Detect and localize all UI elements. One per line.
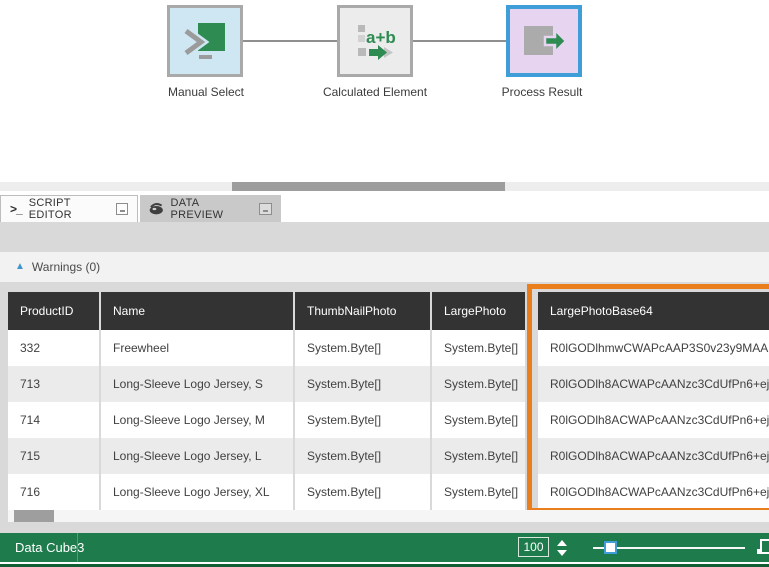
canvas-horizontal-scrollbar[interactable] [0,182,769,191]
cell-productid[interactable]: 713 [8,366,99,402]
workflow-node-process-result[interactable] [506,5,582,77]
cell-thumbnailphoto[interactable]: System.Byte[] [295,330,430,366]
fit-to-window-icon[interactable] [760,539,769,554]
data-preview-icon [149,203,164,215]
cell-productid[interactable]: 332 [8,330,99,366]
table-row[interactable]: 332 Freewheel System.Byte[] System.Byte[… [8,330,769,366]
popout-window-icon[interactable] [116,203,128,215]
table-row[interactable]: 716 Long-Sleeve Logo Jersey, XL System.B… [8,474,769,510]
cell-productid[interactable]: 715 [8,438,99,474]
svg-text:a+b: a+b [366,28,396,47]
cell-largephoto[interactable]: System.Byte[] [432,474,525,510]
node-label-manual-select: Manual Select [126,85,286,99]
table-header-row: ProductID Name ThumbNailPhoto LargePhoto… [8,292,769,330]
cell-productid[interactable]: 716 [8,474,99,510]
zoom-slider-thumb[interactable] [604,541,617,554]
cell-largephoto[interactable]: System.Byte[] [432,438,525,474]
popout-window-icon[interactable] [259,203,272,215]
calculated-element-node-box: a+b [337,5,413,77]
cell-name[interactable]: Long-Sleeve Logo Jersey, XL [101,474,293,510]
node-label-calculated-element: Calculated Element [295,85,455,99]
stepper-down-icon[interactable] [557,550,567,556]
cell-name[interactable]: Long-Sleeve Logo Jersey, L [101,438,293,474]
cell-largephotobase64[interactable]: R0lGODlh8ACWAPcAANzc3CdUfPn6+ejs [538,438,769,474]
manual-select-node-box [167,5,243,77]
tab-script-editor[interactable]: >_ SCRIPT EDITOR [0,195,138,222]
cell-name[interactable]: Long-Sleeve Logo Jersey, S [101,366,293,402]
tab-data-preview[interactable]: DATA PREVIEW [140,195,281,222]
cell-largephotobase64[interactable]: R0lGODlhmwCWAPcAAP3S0v23y9MAAP [538,330,769,366]
node-label-process-result: Process Result [462,85,622,99]
document-title: Data Cube3 [15,533,84,562]
cell-name[interactable]: Long-Sleeve Logo Jersey, M [101,402,293,438]
cell-thumbnailphoto[interactable]: System.Byte[] [295,438,430,474]
zoom-stepper[interactable] [555,539,567,556]
cell-largephotobase64[interactable]: R0lGODlh8ACWAPcAANzc3CdUfPn6+ejs [538,474,769,510]
stepper-up-icon[interactable] [557,540,567,546]
collapse-triangle-icon: ▲ [15,262,25,272]
tab-data-preview-label: DATA PREVIEW [171,197,253,221]
calculated-element-icon: a+b [352,18,398,64]
column-header-largephotobase64[interactable]: LargePhotoBase64 [538,292,769,330]
cell-largephoto[interactable]: System.Byte[] [432,366,525,402]
cell-largephotobase64[interactable]: R0lGODlh8ACWAPcAANzc3CdUfPn6+ejs [538,366,769,402]
cell-thumbnailphoto[interactable]: System.Byte[] [295,366,430,402]
manual-select-icon [182,18,228,64]
table-row[interactable]: 715 Long-Sleeve Logo Jersey, L System.By… [8,438,769,474]
status-bar: Data Cube3 100 [0,533,769,562]
workflow-node-calculated-element[interactable]: a+b [337,5,413,77]
connector-line [243,40,337,42]
cell-thumbnailphoto[interactable]: System.Byte[] [295,474,430,510]
script-prompt-icon: >_ [10,202,22,216]
zoom-value-input[interactable]: 100 [518,537,549,557]
cell-thumbnailphoto[interactable]: System.Byte[] [295,402,430,438]
cell-largephotobase64[interactable]: R0lGODlh8ACWAPcAANzc3CdUfPn6+ejs [538,402,769,438]
column-header-largephoto[interactable]: LargePhoto [432,292,525,330]
table-row[interactable]: 714 Long-Sleeve Logo Jersey, M System.By… [8,402,769,438]
table-row[interactable]: 713 Long-Sleeve Logo Jersey, S System.By… [8,366,769,402]
column-header-thumbnailphoto[interactable]: ThumbNailPhoto [295,292,430,330]
warnings-label: Warnings (0) [32,260,100,274]
table-horizontal-scrollbar[interactable] [8,510,769,522]
process-result-node-box [506,5,582,77]
cell-largephoto[interactable]: System.Byte[] [432,402,525,438]
data-cube-editor-screen: a+b Manual Select Calculated Element Pro… [0,0,769,567]
canvas-scrollbar-thumb[interactable] [232,182,505,191]
table-scrollbar-thumb[interactable] [14,510,54,522]
cell-largephoto[interactable]: System.Byte[] [432,330,525,366]
cell-name[interactable]: Freewheel [101,330,293,366]
column-header-name[interactable]: Name [101,292,293,330]
process-result-icon [521,18,567,64]
cell-productid[interactable]: 714 [8,402,99,438]
workflow-node-manual-select[interactable] [167,5,243,77]
zoom-slider[interactable] [593,533,745,562]
connector-line [413,40,506,42]
statusbar-divider [77,533,78,562]
warnings-toggle[interactable]: ▲ Warnings (0) [0,252,769,282]
column-header-productid[interactable]: ProductID [8,292,99,330]
tab-script-editor-label: SCRIPT EDITOR [29,197,109,221]
